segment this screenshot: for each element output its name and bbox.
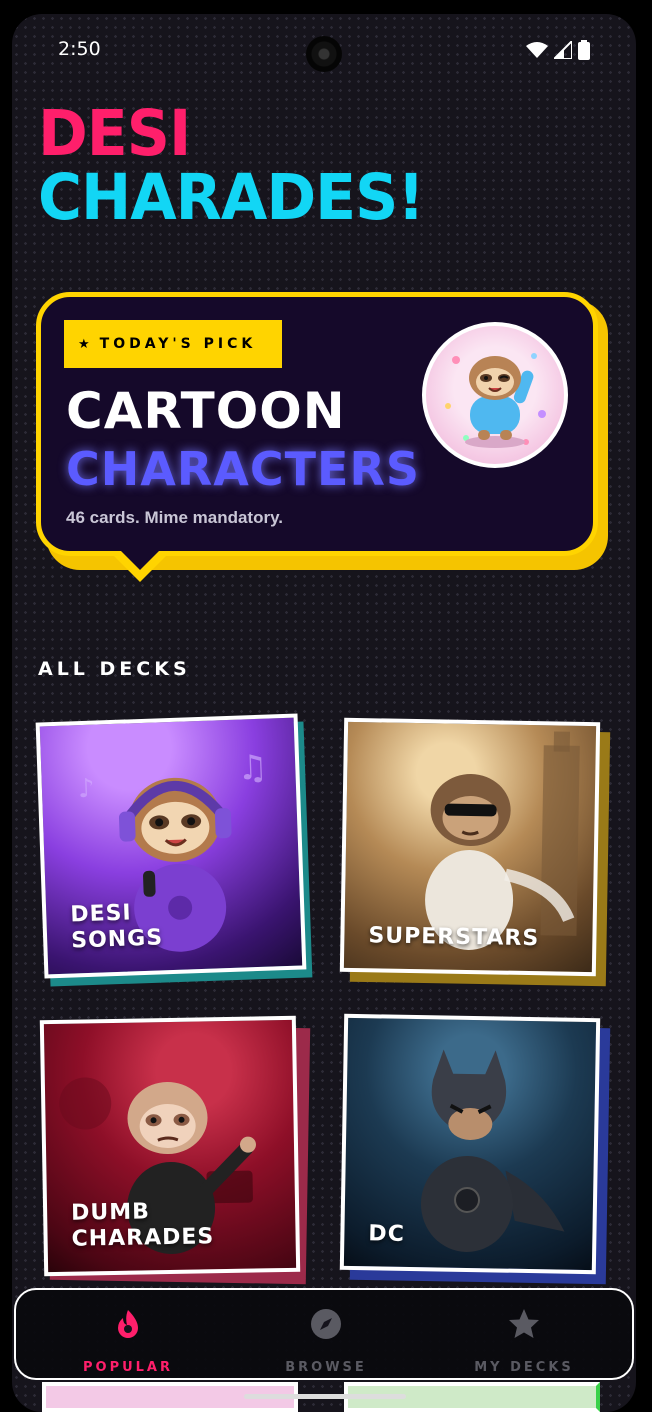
tile-face[interactable]: DC <box>339 1013 601 1275</box>
pick-subtitle: 46 cards. Mime mandatory. <box>66 508 283 527</box>
all-decks-heading: ALL DECKS <box>38 658 191 680</box>
tile-face[interactable]: SUPERSTARS <box>339 717 601 977</box>
pick-title-line2: CHARACTERS <box>66 442 420 496</box>
nav-popular[interactable]: POPULAR <box>28 1290 228 1382</box>
app-screen: 2:50 DESI CHARADES! ★ TODAY'S PICK CARTO… <box>12 14 636 1412</box>
speech-tail-inner <box>120 550 160 570</box>
sloth-hoodie-avatar <box>422 322 568 468</box>
pick-title-line1: CARTOON <box>66 382 346 440</box>
battery-icon <box>578 40 590 60</box>
app-title-line2: CHARADES! <box>38 161 425 235</box>
flame-icon <box>118 1310 138 1338</box>
deck-label-line2: SONGS <box>70 925 164 954</box>
deck-label-line1: SUPERSTARS <box>368 922 540 951</box>
wifi-icon <box>526 42 548 58</box>
svg-text:♫: ♫ <box>237 748 269 789</box>
star-icon <box>509 1309 539 1338</box>
deck-label: DC <box>368 1221 405 1247</box>
status-time: 2:50 <box>58 38 101 60</box>
nav-my-decks-label: MY DECKS <box>474 1360 574 1375</box>
deck-label-line1: DUMB <box>70 1199 151 1227</box>
signal-icon <box>554 41 572 59</box>
deck-label-line1: DESI <box>69 900 133 928</box>
deck-label: SUPERSTARS <box>368 923 539 951</box>
star-icon: ★ <box>78 336 90 352</box>
front-camera <box>306 36 342 72</box>
home-indicator[interactable] <box>244 1394 406 1399</box>
tile-face[interactable]: DUMB CHARADES <box>39 1015 301 1277</box>
status-icons <box>526 40 590 60</box>
deck-label-line1: DC <box>368 1220 406 1247</box>
nav-popular-label: POPULAR <box>82 1360 174 1375</box>
svg-text:♪: ♪ <box>77 774 95 805</box>
todays-pick-badge: ★ TODAY'S PICK <box>64 320 282 368</box>
deck-label: DUMB CHARADES <box>71 1199 215 1252</box>
nav-browse-label: BROWSE <box>285 1360 367 1375</box>
nav-my-decks[interactable]: MY DECKS <box>424 1290 624 1382</box>
compass-icon <box>311 1309 341 1339</box>
nav-browse[interactable]: BROWSE <box>226 1290 426 1382</box>
deck-label-line2: CHARADES <box>71 1223 215 1252</box>
tile-face[interactable]: ♫ ♪ DESI SONGS <box>35 713 307 979</box>
app-title-line1: DESI <box>38 97 191 171</box>
deck-label: DESI SONGS <box>70 900 164 954</box>
badge-label: TODAY'S PICK <box>99 336 257 352</box>
bottom-nav: POPULAR BROWSE MY DECKS <box>14 1288 634 1380</box>
